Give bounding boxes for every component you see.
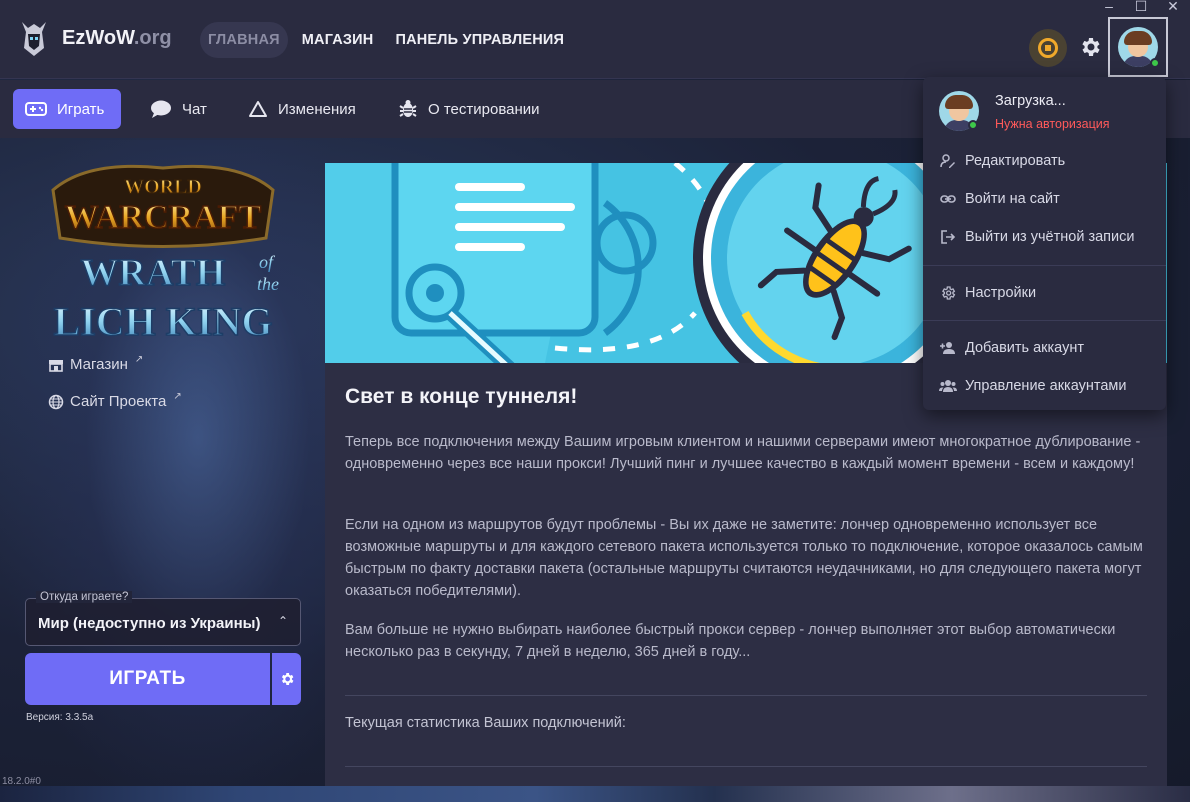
background-strip: [0, 786, 1190, 802]
window-controls: – ☐ ✕: [1100, 0, 1182, 14]
menu-item-login-site[interactable]: Войти на сайт: [939, 190, 1060, 208]
svg-text:WORLD: WORLD: [124, 176, 202, 198]
menu-item-manage-accounts[interactable]: Управление аккаунтами: [939, 377, 1126, 395]
user-edit-icon: [939, 152, 957, 170]
launcher-build: 18.2.0#0: [2, 776, 41, 787]
svg-text:the: the: [257, 274, 279, 294]
logout-icon: [939, 228, 957, 246]
globe-icon: [48, 394, 64, 409]
account-avatar-button[interactable]: [1108, 17, 1168, 77]
tab-testing[interactable]: О тестировании: [386, 89, 552, 129]
external-link-icon: ↗: [134, 354, 144, 365]
news-paragraph: Если на одном из маршрутов будут проблем…: [345, 517, 1143, 599]
sidebar-link-website[interactable]: Сайт Проекта ↗: [48, 391, 182, 410]
gamepad-icon: [25, 102, 47, 116]
sidebar-link-website-label: Сайт Проекта: [70, 393, 167, 410]
close-button[interactable]: ✕: [1164, 0, 1182, 14]
gear-icon: [281, 673, 293, 685]
client-version: Версия: 3.3.5a: [26, 712, 94, 723]
menu-item-label: Настройки: [965, 285, 1037, 301]
external-link-icon: ↗: [173, 391, 182, 402]
menu-item-edit[interactable]: Редактировать: [939, 152, 1065, 170]
tab-testing-label: О тестировании: [428, 100, 540, 118]
status-stop-icon: [1038, 38, 1058, 58]
users-icon: [939, 377, 957, 395]
news-paragraph: Теперь все подключения между Вашим игров…: [345, 434, 1141, 472]
account-menu-avatar: [939, 91, 979, 131]
tab-play-label: Играть: [57, 100, 105, 118]
svg-text:WRATH: WRATH: [81, 252, 226, 294]
brand-name[interactable]: EzWoW.org: [62, 27, 172, 50]
divider: [345, 695, 1147, 696]
bug-icon: [399, 100, 417, 117]
gear-icon: [939, 284, 957, 302]
triangle-icon: [249, 101, 267, 117]
news-title: Свет в конце туннеля!: [345, 385, 578, 408]
launcher-window: EzWoW.org ГЛАВНАЯ МАГАЗИН ПАНЕЛЬ УПРАВЛЕ…: [0, 0, 1190, 802]
menu-item-add-account[interactable]: Добавить аккаунт: [939, 339, 1084, 357]
account-name: Загрузка...: [995, 93, 1066, 109]
settings-gear-icon[interactable]: [1078, 35, 1102, 59]
menu-item-label: Войти на сайт: [965, 191, 1060, 207]
sidebar-link-shop[interactable]: Магазин ↗: [48, 354, 144, 373]
tab-changes[interactable]: Изменения: [236, 89, 368, 129]
top-nav-shop[interactable]: МАГАЗИН: [294, 22, 382, 58]
online-indicator: [1150, 58, 1160, 68]
top-nav: ГЛАВНАЯ МАГАЗИН ПАНЕЛЬ УПРАВЛЕНИЯ: [200, 22, 572, 58]
knight-helmet-logo-icon: [22, 22, 46, 56]
top-nav-home[interactable]: ГЛАВНАЯ: [200, 22, 288, 58]
menu-separator: [923, 265, 1166, 266]
auth-status: Нужна авторизация: [995, 117, 1110, 131]
svg-text:of: of: [259, 252, 276, 272]
header: EzWoW.org ГЛАВНАЯ МАГАЗИН ПАНЕЛЬ УПРАВЛЕ…: [0, 0, 1190, 79]
account-menu: Загрузка... Нужна авторизация Редактиров…: [923, 77, 1166, 410]
menu-item-settings[interactable]: Настройки: [939, 284, 1036, 302]
tab-chat[interactable]: Чат: [138, 89, 219, 129]
chat-bubble-icon: [151, 100, 171, 118]
wow-wotlk-logo: WORLD WARCRAFT WRATH of the LICH KING: [51, 164, 279, 345]
top-nav-control-panel[interactable]: ПАНЕЛЬ УПРАВЛЕНИЯ: [387, 22, 572, 58]
menu-separator: [923, 320, 1166, 321]
divider: [345, 766, 1147, 767]
region-select-value: Мир (недоступно из Украины): [38, 615, 261, 632]
minimize-button[interactable]: –: [1100, 0, 1118, 14]
play-settings-button[interactable]: [272, 653, 301, 705]
play-button[interactable]: ИГРАТЬ: [25, 653, 270, 705]
svg-text:LICH KING: LICH KING: [54, 299, 273, 344]
tab-chat-label: Чат: [182, 100, 207, 118]
maximize-button[interactable]: ☐: [1132, 0, 1150, 14]
connection-status-button[interactable]: [1029, 29, 1067, 67]
store-icon: [49, 359, 63, 372]
add-user-icon: [939, 339, 957, 357]
connection-stats-label: Текущая статистика Ваших подключений:: [345, 715, 626, 731]
menu-item-label: Добавить аккаунт: [965, 340, 1084, 356]
chevron-up-icon: ⌃: [277, 614, 288, 628]
menu-item-label: Управление аккаунтами: [965, 378, 1127, 394]
region-select-label: Откуда играете?: [36, 591, 133, 603]
link-icon: [939, 190, 957, 208]
svg-text:WARCRAFT: WARCRAFT: [65, 199, 262, 236]
menu-item-label: Редактировать: [965, 153, 1066, 169]
tab-changes-label: Изменения: [278, 100, 356, 118]
region-select[interactable]: Откуда играете? Мир (недоступно из Украи…: [25, 591, 301, 646]
news-paragraph: Вам больше не нужно выбирать наиболее бы…: [345, 622, 1116, 660]
menu-item-logout[interactable]: Выйти из учётной записи: [939, 228, 1134, 246]
tab-play[interactable]: Играть: [13, 89, 121, 129]
online-indicator: [968, 120, 978, 130]
sidebar-link-shop-label: Магазин: [70, 356, 128, 373]
menu-item-label: Выйти из учётной записи: [965, 229, 1135, 245]
